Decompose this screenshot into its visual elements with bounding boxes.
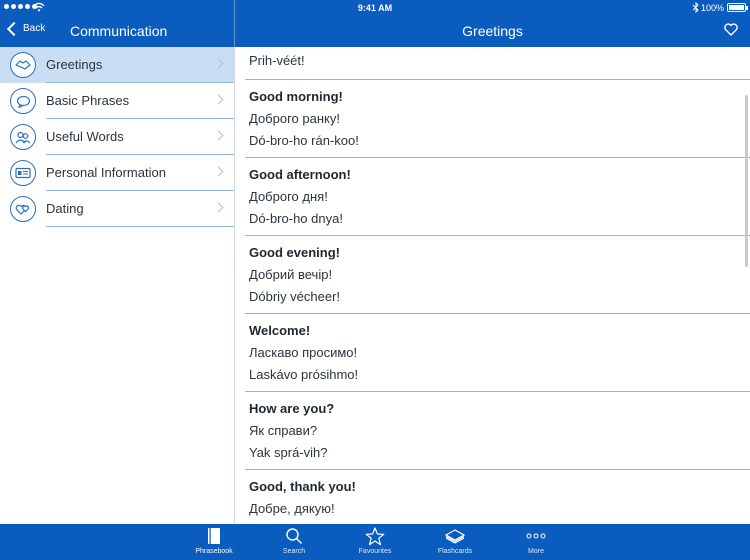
battery-percent: 100% <box>700 3 724 13</box>
heart-icon[interactable] <box>724 23 738 36</box>
chevron-right-icon <box>213 130 224 141</box>
chevron-right-icon <box>213 94 224 105</box>
phrase-english: Welcome! <box>249 323 311 338</box>
sidebar-item-label: Useful Words <box>46 129 124 144</box>
book-icon <box>208 528 220 544</box>
top-bar: 9:41 AM 100% Back Communication Greeting… <box>0 0 750 47</box>
sidebar-item-label: Basic Phrases <box>46 93 130 108</box>
hearts-icon <box>10 196 36 222</box>
phrase-english: Good evening! <box>249 245 340 260</box>
list-item[interactable]: Good morning! Доброго ранку! Dó-bro-ho r… <box>235 80 750 158</box>
sidebar-item-label: Dating <box>46 201 84 216</box>
category-sidebar: Greetings Basic Phrases Useful Words Per… <box>0 47 235 524</box>
tab-label: Favourites <box>358 548 392 555</box>
tab-phrasebook[interactable]: Phrasebook <box>184 526 244 560</box>
phrase-english: Good afternoon! <box>249 167 351 182</box>
sidebar-item-basic-phrases[interactable]: Basic Phrases <box>0 83 234 119</box>
chevron-right-icon <box>213 166 224 177</box>
phrase-ukrainian: Добре, дякую! <box>249 501 335 516</box>
search-icon <box>286 528 302 544</box>
sidebar-item-dating[interactable]: Dating <box>0 191 234 227</box>
tab-label: Phrasebook <box>195 548 233 555</box>
speech-bubble-icon <box>10 88 36 114</box>
handshake-icon <box>10 52 36 78</box>
list-item[interactable]: Welcome! Ласкаво просимо! Laskávo prósih… <box>235 314 750 392</box>
sidebar-item-greetings[interactable]: Greetings <box>0 47 234 83</box>
more-dots-icon <box>526 533 546 539</box>
bluetooth-icon <box>692 2 699 13</box>
list-item[interactable]: Good, thank you! Добре, дякую! <box>235 470 750 520</box>
sidebar-item-label: Personal Information <box>46 165 166 180</box>
scrollbar[interactable] <box>745 95 748 267</box>
left-nav-bar: Back Communication <box>0 15 235 47</box>
phrase-transliteration: Dó-bro-ho rán-koo! <box>249 133 359 148</box>
tab-label: More <box>528 548 544 555</box>
row-separator <box>46 226 234 227</box>
phrase-ukrainian: Як справи? <box>249 423 318 438</box>
list-item[interactable]: Good afternoon! Доброго дня! Dó-bro-ho d… <box>235 158 750 236</box>
back-label: Back <box>23 23 46 34</box>
cards-icon <box>444 529 466 544</box>
phrase-english: Good morning! <box>249 89 343 104</box>
people-icon <box>10 124 36 150</box>
chevron-right-icon <box>213 202 224 213</box>
list-item[interactable]: Good evening! Добрий вечір! Dóbriy véche… <box>235 236 750 314</box>
chevron-right-icon <box>213 58 224 69</box>
phrase-transliteration: Prih-véét! <box>249 53 305 68</box>
list-item[interactable]: Prih-véét! <box>235 47 750 80</box>
tab-bar: Phrasebook Search Favourites Flashcards … <box>0 524 750 560</box>
tab-label: Search <box>282 548 306 555</box>
back-button[interactable]: Back <box>6 21 46 36</box>
phrase-ukrainian: Добрий вечір! <box>249 267 333 282</box>
chevron-left-icon <box>6 21 22 36</box>
phrase-ukrainian: Ласкаво просимо! <box>249 345 358 360</box>
status-bar: 9:41 AM 100% <box>0 0 750 15</box>
star-icon <box>365 526 385 545</box>
phrase-transliteration: Yak sprá-vih? <box>249 445 328 460</box>
battery-icon <box>727 3 748 12</box>
page-title: Greetings <box>462 23 523 39</box>
id-card-icon <box>10 160 36 186</box>
tab-favourites[interactable]: Favourites <box>345 526 405 560</box>
phrase-list[interactable]: Prih-véét! Good morning! Доброго ранку! … <box>235 47 750 524</box>
status-time: 9:41 AM <box>357 3 393 13</box>
list-item[interactable]: How are you? Як справи? Yak sprá-vih? <box>235 392 750 470</box>
tab-more[interactable]: More <box>506 526 566 560</box>
phrase-transliteration: Dó-bro-ho dnya! <box>249 211 343 226</box>
tab-search[interactable]: Search <box>264 526 324 560</box>
phrase-transliteration: Laskávo prósihmo! <box>249 367 359 382</box>
sidebar-item-useful-words[interactable]: Useful Words <box>0 119 234 155</box>
phrase-ukrainian: Доброго дня! <box>249 189 328 204</box>
phrase-ukrainian: Доброго ранку! <box>249 111 340 126</box>
left-nav-title: Communication <box>70 23 168 39</box>
sidebar-item-personal-information[interactable]: Personal Information <box>0 155 234 191</box>
right-nav-bar: Greetings <box>235 15 750 47</box>
sidebar-item-label: Greetings <box>46 57 103 72</box>
phrase-english: How are you? <box>249 401 335 416</box>
phrase-transliteration: Dóbriy vécheer! <box>249 289 341 304</box>
tab-label: Flashcards <box>437 548 473 555</box>
tab-flashcards[interactable]: Flashcards <box>425 526 485 560</box>
phrase-english: Good, thank you! <box>249 479 356 494</box>
